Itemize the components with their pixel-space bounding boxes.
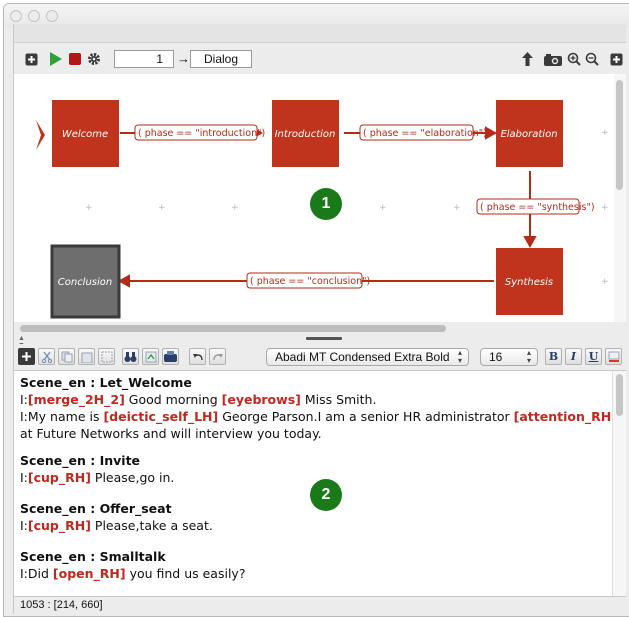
edge-arrowhead [523,236,537,249]
undo-icon[interactable] [189,348,206,365]
canvas-horizontal-scrollbar[interactable] [13,322,626,334]
chevron-updown-icon: ▴ ▾ [526,348,531,365]
scene-title: Scene_en : Let_Welcome [20,375,192,390]
transition-to-synthesis[interactable]: ( phase == "synthesis") [480,202,595,213]
gesture-tag: [cup_RH] [27,518,91,533]
add-scene-icon[interactable] [18,348,35,365]
gesture-tag: [deictic_self_LH] [103,409,219,424]
node-synthesis-label: Synthesis [505,277,553,288]
scroll-thumb[interactable] [20,325,446,332]
editor-toolbar: Abadi MT Condensed Extra Bold ▴ ▾ 16 ▴ ▾ B… [13,344,626,370]
scroll-thumb[interactable] [616,80,623,190]
splitter-handle[interactable] [306,337,342,340]
edge-arrowhead [485,126,498,140]
underline-button[interactable]: U [585,348,602,365]
phase-number-field[interactable]: 1 [114,50,174,68]
dialog-line: at Future Networks and will interview yo… [20,426,322,441]
arrow-icon: → [177,51,190,66]
gear-icon[interactable] [87,52,101,66]
scene-title: Scene_en : Invite [20,453,141,468]
font-family-select[interactable]: Abadi MT Condensed Extra Bold ▴ ▾ [266,348,469,366]
node-welcome-label: Welcome [62,129,108,140]
find-binoculars-icon[interactable] [122,348,139,365]
add-node-icon[interactable] [24,52,38,66]
zoom-in-icon[interactable] [567,52,581,66]
phase-name-field[interactable]: Dialog [190,50,252,68]
gesture-tag: [merge_2H_2] [27,392,125,407]
node-introduction-label: Introduction [275,129,336,140]
transition-to-introduction[interactable]: ( phase == "introduction") [138,128,265,139]
dialog-line: I:[cup_RH] Please,take a seat. [20,518,213,533]
transition-to-elaboration[interactable]: ( phase == "elaboration") [363,128,487,139]
node-elaboration-label: Elaboration [500,129,557,140]
edge-arrowhead [117,274,130,288]
canvas-vertical-scrollbar[interactable] [614,74,626,322]
script-editor[interactable]: Scene_en : Let_Welcome I:[merge_2H_2] Go… [13,370,626,596]
scroll-thumb[interactable] [616,374,623,416]
gesture-tag: [attention_RH] [513,409,617,424]
grid-mark: + [231,203,239,213]
status-bar: 1053 : [214, 660] [13,596,626,614]
camera-icon[interactable] [544,52,562,66]
dialog-line: I:[merge_2H_2] Good morning [eyebrows] M… [20,392,377,407]
grid-mark: + [601,277,609,287]
paste-icon[interactable] [78,348,95,365]
copy-icon[interactable] [58,348,75,365]
gesture-tag: [open_RH] [52,566,126,581]
gesture-icon[interactable] [162,348,179,365]
callout-marker-2: 2 [310,479,342,511]
font-size-value: 16 [489,350,503,364]
zoom-out-icon[interactable] [585,52,599,66]
toolbar-spacer [13,24,626,42]
select-all-icon[interactable] [98,348,115,365]
grid-mark: + [158,203,166,213]
dialog-line: I:[cup_RH] Please,go in. [20,470,175,485]
minimize-window-button[interactable] [28,10,40,22]
callout-marker-1: 1 [310,188,342,220]
close-window-button[interactable] [10,10,22,22]
font-family-value: Abadi MT Condensed Extra Bold [275,350,450,364]
pane-splitter[interactable]: ▲▼ [13,334,626,349]
flow-canvas[interactable]: + + + + + + + + ( phase == "introduction… [13,74,626,322]
cut-icon[interactable] [38,348,55,365]
zoom-window-button[interactable] [46,10,58,22]
grid-mark: + [379,203,387,213]
italic-button[interactable]: I [565,348,582,365]
scene-title: Scene_en : Offer_seat [20,501,172,516]
gesture-tag: [eyebrows] [221,392,301,407]
grid-mark: + [85,203,93,213]
main-toolbar: 1 → Dialog [13,42,626,74]
grid-mark: + [601,128,609,138]
replace-icon[interactable] [142,348,159,365]
text-color-icon[interactable] [605,348,622,365]
gesture-tag: [cup_RH] [27,470,91,485]
add-icon[interactable] [609,52,623,66]
bold-button[interactable]: B [545,348,562,365]
font-size-select[interactable]: 16 ▴ ▾ [480,348,538,366]
play-icon[interactable] [48,52,62,66]
scene-title: Scene_en : Smalltalk [20,549,166,564]
up-arrow-icon[interactable] [521,52,533,66]
chevron-updown-icon: ▴ ▾ [457,348,462,365]
start-marker-icon [36,120,45,150]
redo-icon[interactable] [209,348,226,365]
transition-to-conclusion[interactable]: ( phase == "conclusion") [250,276,370,287]
editor-vertical-scrollbar[interactable] [612,371,626,596]
grid-mark: + [601,203,609,213]
dialog-line: I:My name is [deictic_self_LH] George Pa… [20,409,617,424]
dialog-line: I:Did [open_RH] you find us easily? [20,566,246,581]
grid-mark: + [453,203,461,213]
stop-icon[interactable] [68,52,82,66]
node-conclusion-label: Conclusion [58,277,113,288]
